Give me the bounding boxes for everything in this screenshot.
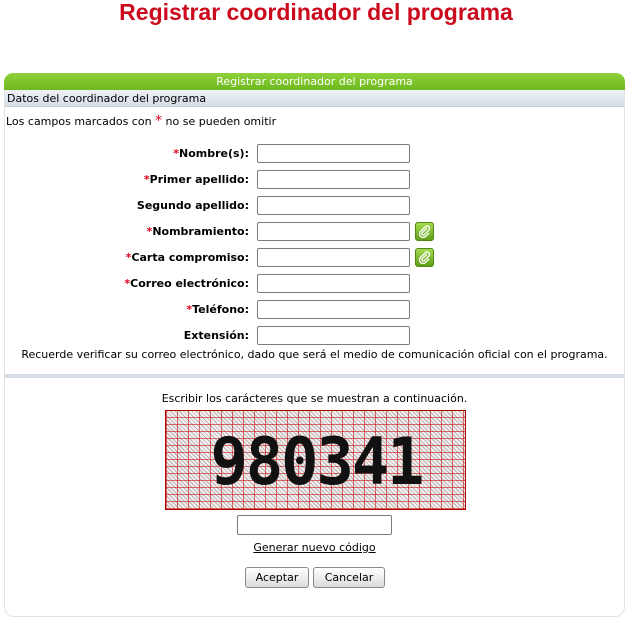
carta-compromiso-input[interactable]	[257, 248, 410, 267]
email-verify-note: Recuerde verificar su correo electrónico…	[21, 348, 608, 361]
regenerate-captcha-link[interactable]: Generar nuevo código	[5, 541, 624, 554]
field-label: *Carta compromiso:	[125, 251, 249, 264]
page-title: Registrar coordinador del programa	[119, 0, 513, 25]
field-row-primer-apellido: *Primer apellido:	[5, 170, 624, 192]
field-label: *Teléfono:	[186, 303, 249, 316]
field-label: *Nombre(s):	[173, 147, 249, 160]
required-note-text: Los campos marcados con	[6, 115, 156, 128]
paperclip-icon[interactable]	[415, 222, 434, 241]
field-label: Segundo apellido:	[136, 199, 249, 212]
captcha-input[interactable]	[237, 515, 392, 535]
form-panel: Registrar coordinador del programa Datos…	[4, 73, 625, 617]
required-fields-note: Los campos marcados con * no se pueden o…	[6, 114, 276, 129]
field-row-nombre: *Nombre(s):	[5, 144, 624, 166]
section-divider	[5, 374, 624, 378]
field-label: *Correo electrónico:	[124, 277, 249, 290]
captcha-text: 980341	[210, 423, 425, 500]
field-row-extension: Extensión:	[5, 326, 624, 348]
nombramiento-input[interactable]	[257, 222, 410, 241]
section-header: Datos del coordinador del programa	[5, 90, 624, 107]
captcha-instruction: Escribir los carácteres que se muestran …	[161, 392, 468, 405]
field-label: *Primer apellido:	[143, 173, 249, 186]
primer-apellido-input[interactable]	[257, 170, 410, 189]
field-row-segundo-apellido: Segundo apellido:	[5, 196, 624, 218]
panel-header: Registrar coordinador del programa	[4, 73, 625, 90]
field-row-carta-compromiso: *Carta compromiso:	[5, 248, 624, 270]
segundo-apellido-input[interactable]	[257, 196, 410, 215]
field-label: *Nombramiento:	[146, 225, 249, 238]
paperclip-icon[interactable]	[415, 248, 434, 267]
field-row-nombramiento: *Nombramiento:	[5, 222, 624, 244]
email-input[interactable]	[257, 274, 410, 293]
field-row-correo: *Correo electrónico:	[5, 274, 624, 296]
field-label: Extensión:	[183, 329, 249, 342]
captcha-image: 980341	[165, 410, 466, 510]
nombre-input[interactable]	[257, 144, 410, 163]
required-note-text-end: no se pueden omitir	[162, 115, 277, 128]
telefono-input[interactable]	[257, 300, 410, 319]
required-star: *	[155, 113, 163, 129]
field-row-telefono: *Teléfono:	[5, 300, 624, 322]
extension-input[interactable]	[257, 326, 410, 345]
cancel-button[interactable]: Cancelar	[313, 567, 385, 588]
accept-button[interactable]: Aceptar	[245, 567, 309, 588]
